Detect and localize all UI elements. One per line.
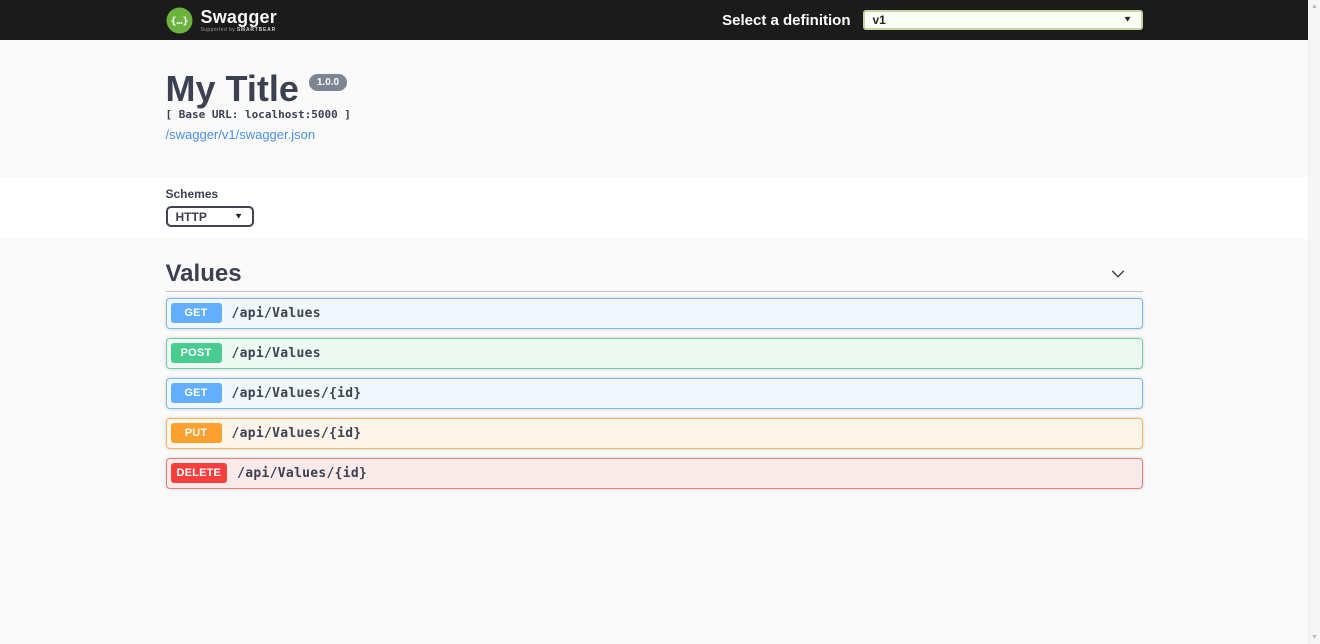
version-badge: 1.0.0 <box>308 74 348 91</box>
method-badge: PUT <box>170 423 222 444</box>
operation-path: /api/Values/{id} <box>237 465 368 481</box>
swagger-ui-page: {…} Swagger Supported by SMARTBEAR Selec… <box>0 0 1308 644</box>
tag-header-values[interactable]: Values <box>165 260 1143 292</box>
operation-row[interactable]: DELETE /api/Values/{id} <box>165 457 1143 489</box>
topbar: {…} Swagger Supported by SMARTBEAR Selec… <box>0 0 1308 40</box>
operation-row[interactable]: GET /api/Values/{id} <box>165 377 1143 409</box>
spec-json-link[interactable]: /swagger/v1/swagger.json <box>166 127 316 142</box>
schemes-select-value: HTTP <box>175 209 207 224</box>
definition-select-label: Select a definition <box>722 11 851 29</box>
operation-path: /api/Values/{id} <box>231 425 362 441</box>
scrollbar[interactable]: ▲ ▼ <box>1308 0 1320 644</box>
operation-path: /api/Values <box>231 305 321 321</box>
operation-path: /api/Values/{id} <box>231 385 362 401</box>
chevron-down-icon: ▼ <box>233 212 244 221</box>
method-badge: POST <box>170 343 222 364</box>
operations-list: GET /api/Values POST /api/Values GET /ap… <box>165 297 1143 489</box>
api-title: My Title <box>165 68 299 109</box>
chevron-down-icon: ▼ <box>1122 15 1133 24</box>
base-url: [ Base URL: localhost:5000 ] <box>165 108 351 122</box>
operation-row[interactable]: PUT /api/Values/{id} <box>165 417 1143 449</box>
scroll-down-arrow-icon[interactable]: ▼ <box>1311 631 1318 644</box>
brand-name: Swagger <box>200 6 277 27</box>
scroll-up-arrow-icon[interactable]: ▲ <box>1311 0 1318 13</box>
collapse-chevron-icon[interactable] <box>1109 265 1127 283</box>
definition-select[interactable]: v1 ▼ <box>862 10 1143 30</box>
operations-section: Values GET /api/Values POST /api/Values … <box>0 239 1308 489</box>
scheme-container: Schemes HTTP ▼ <box>0 177 1308 240</box>
operation-row[interactable]: GET /api/Values <box>165 297 1143 329</box>
info-section: My Title 1.0.0 [ Base URL: localhost:500… <box>0 40 1308 178</box>
method-badge: GET <box>170 303 222 324</box>
brand-subtitle: Supported by SMARTBEAR <box>200 26 276 33</box>
tag-title: Values <box>165 260 242 288</box>
definition-select-value: v1 <box>872 13 886 27</box>
schemes-select[interactable]: HTTP ▼ <box>165 206 254 228</box>
operation-row[interactable]: POST /api/Values <box>165 337 1143 369</box>
operation-path: /api/Values <box>231 345 321 361</box>
svg-text:{…}: {…} <box>170 16 188 27</box>
method-badge: GET <box>170 383 222 404</box>
method-badge: DELETE <box>170 463 228 484</box>
schemes-label: Schemes <box>165 187 219 202</box>
swagger-logo-link[interactable]: {…} Swagger Supported by SMARTBEAR <box>166 7 277 34</box>
swagger-logo-icon: {…} <box>166 7 193 34</box>
